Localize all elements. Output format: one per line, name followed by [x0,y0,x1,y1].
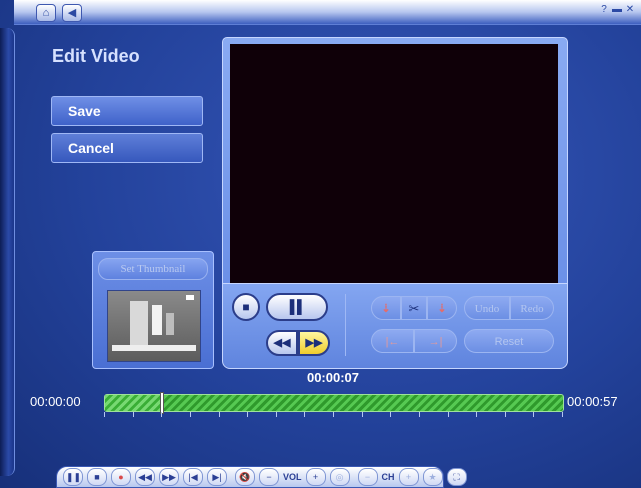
left-bezel [0,28,15,476]
transport-bar: ❚❚ ■ ● ◀◀ ▶▶ |◀ ▶| 🔇 − VOL + ◎ − CH + ★ … [56,466,467,488]
close-icon[interactable]: ✕ [625,4,635,16]
top-bar: ⌂ ◀ ? ▬ ✕ [14,0,641,25]
redo-button[interactable]: Redo [510,296,554,320]
minimize-icon[interactable]: ▬ [612,4,622,16]
timeline-tick [390,412,392,417]
rewind-button[interactable]: ◀◀ [266,330,298,356]
fast-forward-icon[interactable]: ▶▶ [159,468,179,486]
playback-controls-panel: ■ ▌▌ ◀◀ ▶▶ ⇣ ✂ ⇣ Undo Redo |← →| Reset [222,283,568,369]
timeline-scrubber[interactable] [104,392,564,414]
timeline-tick [447,412,449,417]
stop-icon: ■ [242,300,250,314]
home-icon[interactable]: ⌂ [36,4,56,22]
window-controls: ? ▬ ✕ [599,4,635,16]
fast-forward-button[interactable]: ▶▶ [298,330,330,356]
favorite-icon[interactable]: ★ [422,468,443,486]
timeline-tick [504,412,506,417]
timeline-tick [361,412,363,417]
volume-up-icon[interactable]: + [305,468,326,486]
stop-button[interactable]: ■ [232,293,260,321]
current-time: 00:00:07 [306,370,360,385]
timeline-tick [161,412,163,417]
channel-up-icon[interactable]: + [398,468,419,486]
trim-end-icon: →| [428,336,443,348]
timeline-ticks [104,412,563,418]
record-icon[interactable]: ● [111,468,131,486]
timeline-tick [275,412,277,417]
reset-button[interactable]: Reset [464,329,554,353]
timeline-tick [189,412,191,417]
rewind-icon[interactable]: ◀◀ [135,468,155,486]
trim-end-button[interactable]: →| [414,329,457,353]
skip-forward-icon[interactable]: ▶| [207,468,227,486]
timeline-tick [218,412,220,417]
timeline-playhead[interactable] [160,392,165,414]
stop-icon[interactable]: ■ [87,468,107,486]
timeline-tick [104,412,105,417]
fullscreen-icon[interactable]: ⛶ [446,468,467,486]
split-left-icon: ⇣ [381,303,391,315]
cancel-button[interactable]: Cancel [51,133,203,163]
trim-start-icon: |← [385,336,400,348]
timeline-tick [304,412,306,417]
channel-label: CH [381,472,395,482]
back-icon[interactable]: ◀ [62,4,82,22]
fast-forward-icon: ▶▶ [305,337,323,349]
start-time: 00:00:00 [30,394,81,409]
pause-button[interactable]: ▌▌ [266,293,328,321]
timeline-played [105,395,162,411]
set-thumbnail-button[interactable]: Set Thumbnail [98,258,208,280]
top-nav: ⌂ ◀ [36,4,82,22]
mute-icon[interactable]: 🔇 [235,468,255,486]
undo-button[interactable]: Undo [464,296,510,320]
timeline-tick [476,412,478,417]
volume-label: VOL [283,472,302,482]
timeline-tick [247,412,249,417]
timeline-tick [418,412,420,417]
pause-icon[interactable]: ❚❚ [63,468,83,486]
split-left-button[interactable]: ⇣ [371,296,401,320]
split-button[interactable]: ✂ [401,296,427,320]
scissors-icon: ✂ [408,301,420,316]
video-frame [222,37,568,295]
timeline-tick [132,412,134,417]
channel-down-icon[interactable]: − [357,468,378,486]
thumbnail-panel: Set Thumbnail [92,251,214,369]
rewind-icon: ◀◀ [273,337,291,349]
end-time: 00:00:57 [567,394,618,409]
thumbnail-image [107,290,201,362]
split-right-icon: ⇣ [437,303,447,315]
split-right-button[interactable]: ⇣ [427,296,457,320]
skip-back-icon[interactable]: |◀ [183,468,203,486]
pause-icon: ▌▌ [289,299,306,314]
trim-start-button[interactable]: |← [371,329,414,353]
timeline-tick [562,412,563,417]
timeline-tick [533,412,535,417]
timeline-tick [333,412,334,417]
page-title: Edit Video [52,46,140,66]
channel-disabled-icon: ◎ [329,468,350,486]
edit-video-window: ⌂ ◀ ? ▬ ✕ Edit Video Save Cancel Set Thu… [0,0,641,488]
help-icon[interactable]: ? [599,4,609,16]
controls-divider [345,294,346,356]
save-button[interactable]: Save [51,96,203,126]
video-preview[interactable] [230,44,558,287]
volume-down-icon[interactable]: − [259,468,279,486]
